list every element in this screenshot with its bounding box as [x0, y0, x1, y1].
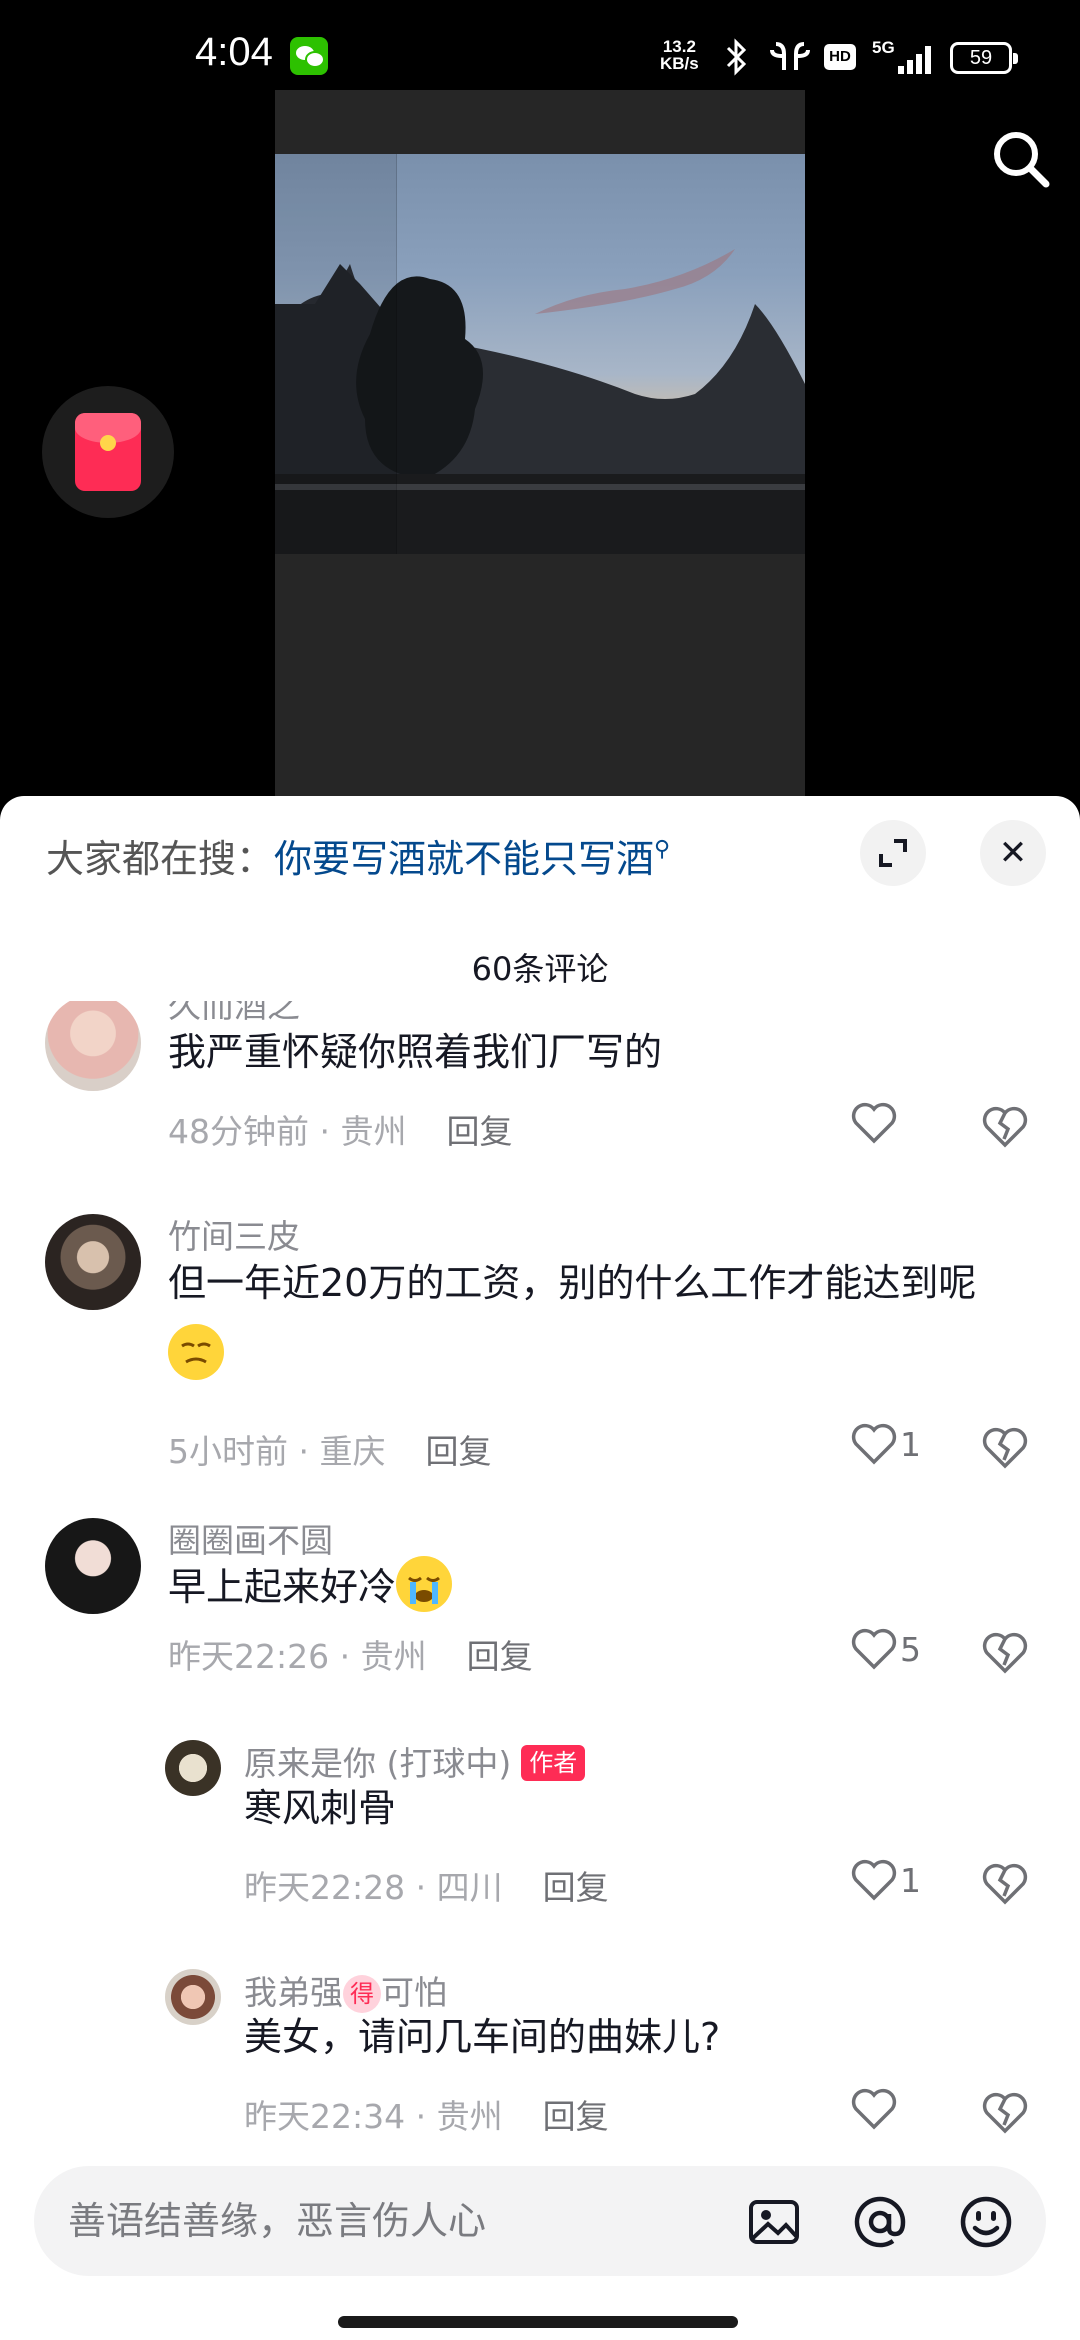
author-tag: 作者 [521, 1745, 586, 1781]
comment-time: 5小时前 [168, 1432, 288, 1471]
reply-text: 美女，请问几车间的曲妹儿? [244, 2015, 721, 2059]
reply-item: 原来是你 (打球中) 作者 寒风刺骨 昨天22:28 · 四川 回复 1 [0, 1737, 1080, 1937]
reply-meta: 昨天22:34 · 贵州 回复 [244, 2097, 609, 2136]
like-button[interactable]: 5 [850, 1627, 921, 1677]
like-button[interactable] [850, 2087, 900, 2137]
comment-item: 圈圈画不圆 早上起来好冷 昨天22:26 · 贵州 回复 5 [0, 1506, 1080, 1736]
comment-location: 重庆 [319, 1432, 386, 1471]
network-speed-value: 13.2 [662, 37, 696, 56]
red-packet-icon[interactable] [42, 386, 174, 518]
reply-button[interactable]: 回复 [543, 1868, 609, 1907]
reply-text: 寒风刺骨 [244, 1786, 397, 1830]
comment-location: 贵州 [360, 1637, 427, 1676]
broken-heart-icon[interactable] [980, 2087, 1030, 2137]
expand-button[interactable] [860, 820, 926, 886]
reply-button[interactable]: 回复 [446, 1112, 512, 1151]
reply-button[interactable]: 回复 [425, 1432, 491, 1471]
avatar[interactable] [165, 1740, 221, 1796]
network-type: 5G [872, 38, 895, 57]
reply-time: 昨天22:34 [244, 2097, 406, 2136]
comment-count-title: 60条评论 [471, 950, 609, 988]
expand-icon [879, 839, 907, 867]
heart-icon [851, 1423, 897, 1465]
comment-time: 48分钟前 [168, 1112, 309, 1151]
like-button[interactable] [850, 1101, 900, 1151]
comment-meta: 48分钟前 · 贵州 回复 [168, 1112, 513, 1151]
comment-location: 贵州 [340, 1112, 407, 1151]
heart-icon [851, 1628, 897, 1670]
video-image [275, 154, 805, 554]
status-time: 4:04 [195, 30, 273, 74]
wechat-icon [290, 37, 328, 75]
comment-text: 但一年近20万的工资，别的什么工作才能达到呢 [168, 1247, 1048, 1391]
like-count: 5 [900, 1629, 921, 1669]
close-button[interactable]: ✕ [980, 820, 1046, 886]
search-small-icon: ⚲ [654, 837, 671, 862]
reply-meta: 昨天22:28 · 四川 回复 [244, 1868, 609, 1907]
search-icon[interactable] [990, 128, 1052, 190]
broken-heart-icon[interactable] [980, 1101, 1030, 1151]
comment-sheet: 大家都在搜：你要写酒就不能只写酒⚲ ✕ 60条评论 久而酒之 我严重怀疑你照着我… [0, 796, 1080, 2340]
comment-meta: 昨天22:26 · 贵州 回复 [168, 1637, 533, 1676]
avatar[interactable] [165, 1969, 221, 2025]
at-icon[interactable] [852, 2194, 908, 2250]
comment-text: 早上起来好冷 [168, 1551, 453, 1623]
comment-time: 昨天22:26 [168, 1637, 330, 1676]
bluetooth-icon [722, 38, 752, 76]
signal-icon [896, 44, 936, 74]
reply-time: 昨天22:28 [244, 1868, 406, 1907]
comment-text: 我严重怀疑你照着我们厂写的 [168, 1030, 663, 1074]
image-icon[interactable] [746, 2194, 802, 2250]
emoji-smirk [168, 1324, 224, 1380]
like-button[interactable]: 1 [850, 1422, 921, 1472]
home-indicator[interactable] [338, 2316, 738, 2328]
heart-icon [851, 1102, 897, 1144]
hd-icon: HD [824, 44, 856, 70]
network-speed: 13.2 KB/s [660, 38, 699, 72]
comment-item: 久而酒之 我严重怀疑你照着我们厂写的 48分钟前 · 贵州 回复 [0, 1001, 1080, 1161]
like-count: 1 [900, 1424, 921, 1464]
avatar[interactable] [45, 1001, 141, 1091]
heart-icon [851, 2088, 897, 2130]
comment-item: 竹间三皮 但一年近20万的工资，别的什么工作才能达到呢 5小时前 · 重庆 回复 … [0, 1201, 1080, 1471]
status-bar: 4:04 13.2 KB/s HD 5G 59 [0, 0, 1080, 90]
like-button[interactable]: 1 [850, 1858, 921, 1908]
network-speed-unit: KB/s [660, 54, 699, 73]
heart-icon [851, 1859, 897, 1901]
broken-heart-icon[interactable] [980, 1627, 1030, 1677]
comment-list[interactable]: 久而酒之 我严重怀疑你照着我们厂写的 48分钟前 · 贵州 回复 竹间三皮 但一年… [0, 1001, 1080, 2149]
broken-heart-icon[interactable] [980, 1422, 1030, 1472]
emoji-icon[interactable] [958, 2194, 1014, 2250]
reply-item: 我弟强得可怕 美女，请问几车间的曲妹儿? 昨天22:34 · 贵州 回复 [0, 1966, 1080, 2149]
reply-location: 贵州 [436, 2097, 503, 2136]
like-count: 1 [900, 1860, 921, 1900]
comment-input-bar [34, 2166, 1046, 2276]
earbuds-icon [768, 38, 812, 76]
reply-location: 四川 [436, 1868, 503, 1907]
reply-button[interactable]: 回复 [467, 1637, 533, 1676]
reply-button[interactable]: 回复 [543, 2097, 609, 2136]
hot-search-keyword[interactable]: 你要写酒就不能只写酒 [274, 837, 654, 881]
hot-search-bar[interactable]: 大家都在搜：你要写酒就不能只写酒⚲ [46, 828, 670, 883]
battery-icon: 59 [950, 42, 1018, 74]
hot-search-label: 大家都在搜： [46, 837, 275, 881]
emoji-crying [396, 1556, 453, 1612]
avatar[interactable] [45, 1518, 141, 1614]
comment-meta: 5小时前 · 重庆 回复 [168, 1432, 492, 1471]
broken-heart-icon[interactable] [980, 1858, 1030, 1908]
avatar[interactable] [45, 1214, 141, 1310]
comment-input[interactable] [68, 2186, 708, 2256]
